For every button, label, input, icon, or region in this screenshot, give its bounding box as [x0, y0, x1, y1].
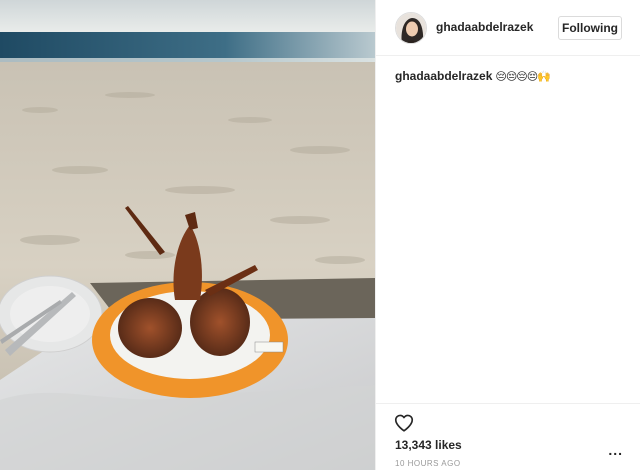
post-photo[interactable]	[0, 0, 375, 470]
post-footer: 13,343 likes ... 10 HOURS AGO	[376, 403, 640, 470]
caption-text: 😔😔😔😔🙌	[495, 70, 551, 83]
more-options-icon[interactable]: ...	[608, 442, 623, 458]
post-timestamp[interactable]: 10 HOURS AGO	[395, 459, 461, 468]
beach-lobster-photo	[0, 0, 375, 470]
heart-icon[interactable]	[393, 412, 415, 434]
caption-username-link[interactable]: ghadaabdelrazek	[395, 69, 492, 83]
likes-count[interactable]: 13,343 likes	[395, 438, 462, 452]
post-details-panel: ghadaabdelrazek Following ghadaabdelraze…	[375, 0, 640, 470]
header-username-link[interactable]: ghadaabdelrazek	[436, 20, 533, 34]
avatar[interactable]	[395, 12, 427, 44]
following-button[interactable]: Following	[558, 16, 622, 40]
profile-photo	[396, 13, 426, 43]
post-header: ghadaabdelrazek Following	[376, 0, 640, 56]
heart-outline	[394, 414, 414, 432]
post-caption: ghadaabdelrazek 😔😔😔😔🙌	[395, 69, 551, 83]
